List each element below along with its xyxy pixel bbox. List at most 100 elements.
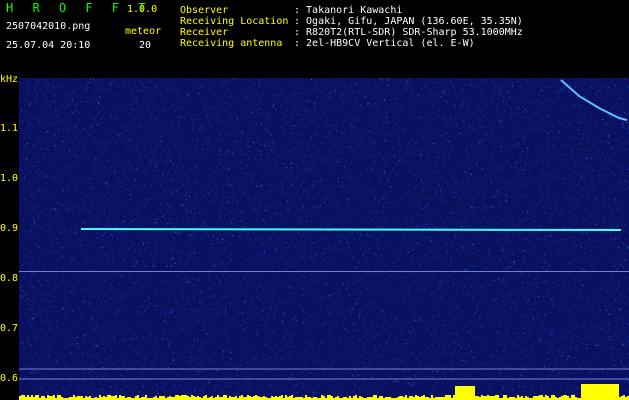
signal-level-bar — [623, 395, 625, 400]
signal-level-bar — [279, 396, 281, 400]
receiver-value: : R820T2(RTL-SDR) SDR-Sharp 53.1000MHz — [294, 27, 523, 38]
signal-level-bar — [495, 395, 497, 400]
signal-level-bar — [525, 396, 527, 400]
y-tick-label: 1.1 — [0, 123, 19, 134]
signal-level-bar — [615, 384, 617, 400]
signal-level-bar — [471, 386, 473, 400]
receiver-label: Receiver — [180, 27, 229, 38]
signal-level-bar — [271, 396, 273, 400]
signal-level-bar — [225, 395, 227, 400]
signal-level-bar — [229, 396, 231, 400]
signal-level-bar — [161, 396, 163, 400]
signal-level-bar — [291, 395, 293, 400]
signal-level-bar — [181, 395, 183, 400]
signal-level-bar — [145, 395, 147, 400]
signal-level-bar — [567, 396, 569, 400]
signal-level-bar — [193, 396, 195, 400]
signal-level-bar — [593, 384, 595, 400]
meteor-echo-trace — [80, 228, 622, 231]
signal-level-bar — [533, 396, 535, 400]
signal-level-bar — [197, 396, 199, 400]
signal-level-bar — [177, 395, 179, 400]
signal-level-bar — [571, 395, 573, 400]
signal-level-bar — [563, 395, 565, 400]
antenna-value: : 2el-HB9CV Vertical (el. E-W) — [294, 38, 475, 49]
signal-level-bar — [621, 396, 623, 400]
signal-level-bar — [223, 395, 225, 400]
signal-level-bar — [545, 395, 547, 400]
signal-level-bar — [535, 396, 537, 400]
signal-level-bar — [581, 384, 583, 400]
signal-level-bar — [175, 395, 177, 400]
signal-level-bar — [607, 384, 609, 400]
signal-level-bar — [417, 396, 419, 400]
signal-level-bar — [411, 396, 413, 400]
signal-level-bar — [247, 395, 249, 400]
signal-level-bar — [585, 384, 587, 400]
signal-level-bar — [353, 396, 355, 400]
signal-level-bar — [155, 396, 157, 400]
signal-level-bar — [119, 395, 121, 400]
signal-level-bar — [503, 395, 505, 400]
location-value: : Ogaki, Gifu, JAPAN (136.60E, 35.35N) — [294, 16, 523, 27]
signal-level-bar — [409, 396, 411, 400]
signal-level-bar — [111, 396, 113, 400]
signal-level-bar — [481, 395, 483, 400]
signal-level-bar — [159, 396, 161, 400]
signal-level-bar — [47, 395, 49, 400]
signal-level-bar — [477, 396, 479, 400]
signal-level-bar — [57, 395, 59, 400]
signal-level-bar — [257, 396, 259, 400]
signal-level-bar — [583, 384, 585, 400]
signal-level-bar — [135, 396, 137, 400]
app-version: 1.0.0 — [127, 4, 158, 15]
signal-level-bar — [469, 386, 471, 400]
signal-level-bar — [99, 395, 101, 400]
signal-level-bar — [475, 396, 477, 400]
signal-level-bar — [539, 395, 541, 400]
signal-level-bar — [187, 396, 189, 400]
signal-level-bar — [79, 396, 81, 400]
observer-value: : Takanori Kawachi — [294, 5, 403, 16]
signal-level-bar — [321, 395, 323, 400]
signal-level-bar — [183, 395, 185, 400]
signal-level-bar — [457, 386, 459, 400]
signal-level-bar — [23, 395, 25, 400]
observation-datetime: 25.07.04 20:10 — [6, 40, 91, 51]
signal-level-bar — [137, 395, 139, 400]
signal-level-bar — [463, 386, 465, 400]
signal-level-bar — [285, 395, 287, 400]
signal-level-bar — [467, 386, 469, 400]
signal-level-bar — [249, 396, 251, 400]
signal-level-bar — [327, 395, 329, 400]
signal-level-bar — [115, 395, 117, 400]
spectrogram-overlay — [19, 79, 629, 400]
signal-level-bar — [329, 395, 331, 400]
y-tick-label: 0.7 — [0, 323, 19, 334]
signal-level-bar — [77, 396, 79, 400]
signal-level-bar — [423, 395, 425, 400]
signal-level-bar — [601, 384, 603, 400]
signal-level-bar — [497, 395, 499, 400]
signal-level-bar — [589, 384, 591, 400]
signal-level-bar — [41, 396, 43, 400]
signal-level-bar — [355, 395, 357, 400]
signal-level-bar — [51, 396, 53, 400]
signal-level-bar — [489, 396, 491, 400]
signal-level-bar — [461, 386, 463, 400]
signal-level-bar — [21, 395, 23, 400]
signal-level-bar — [81, 396, 83, 400]
signal-level-bar — [107, 395, 109, 400]
signal-level-bar — [603, 384, 605, 400]
meteor-label: meteor — [125, 26, 162, 37]
signal-level-bar — [121, 396, 123, 400]
signal-level-bar — [491, 396, 493, 400]
location-label: Receiving Location — [180, 16, 289, 27]
signal-level-bar — [613, 384, 615, 400]
signal-level-bar — [241, 395, 243, 400]
signal-level-bar — [373, 395, 375, 400]
signal-level-bar — [103, 396, 105, 400]
signal-level-bar — [59, 395, 61, 400]
signal-level-bar — [349, 396, 351, 400]
signal-level-bar — [359, 396, 361, 400]
